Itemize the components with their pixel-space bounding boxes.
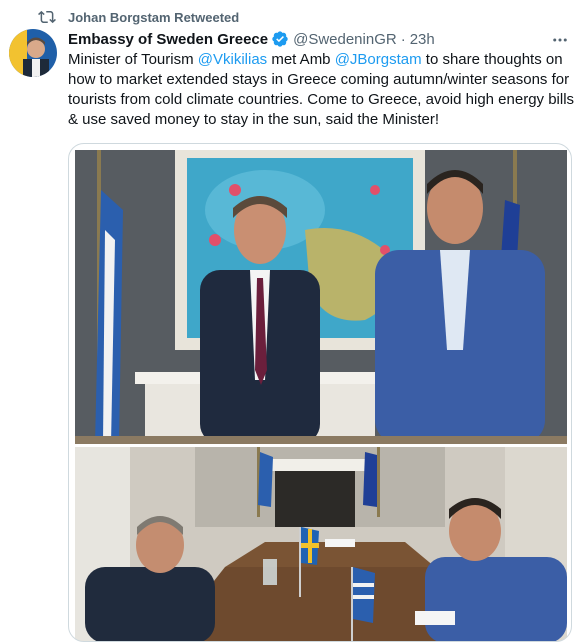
mention-link-jborgstam[interactable]: @JBorgstam [335, 51, 422, 68]
retweet-indicator[interactable]: Johan Borgstam Retweeted [38, 8, 239, 26]
photo-two-men-standing-by-painting[interactable] [75, 150, 567, 444]
retweet-icon [38, 8, 56, 26]
verified-badge-icon [271, 30, 289, 48]
retweet-label[interactable]: Johan Borgstam Retweeted [68, 10, 239, 25]
author-handle[interactable]: @SwedeninGR [293, 31, 397, 48]
mention-link-vkikilias[interactable]: @Vkikilias [198, 51, 267, 68]
tweet-timestamp[interactable]: 23h [410, 31, 435, 48]
more-options-icon[interactable] [551, 31, 569, 49]
tweet-header: Embassy of Sweden Greece @SwedeninGR · 2… [68, 29, 435, 49]
separator-dot: · [400, 30, 406, 48]
tweet-text-part1: Minister of Tourism [68, 51, 198, 68]
tweet-media [68, 143, 572, 642]
tweet-text: Minister of Tourism @Vkikilias met Amb @… [68, 50, 578, 130]
profile-avatar[interactable] [9, 29, 57, 77]
photo-meeting-at-table-with-flags[interactable] [75, 447, 567, 641]
author-display-name[interactable]: Embassy of Sweden Greece [68, 31, 268, 48]
tweet-text-part2: met Amb [267, 51, 335, 68]
